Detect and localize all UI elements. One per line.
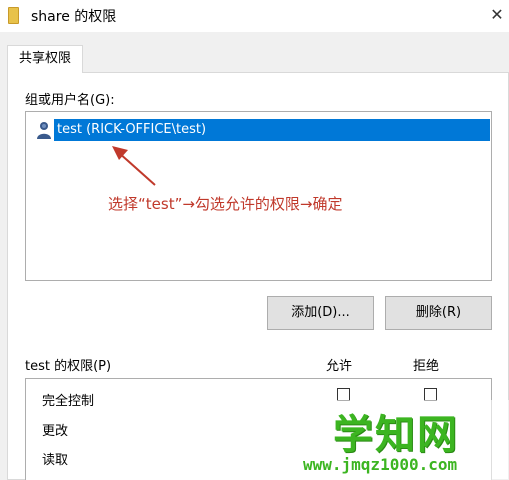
tab-share-permissions[interactable]: 共享权限 bbox=[7, 45, 83, 73]
watermark-url: www.jmqz1000.com bbox=[303, 455, 458, 474]
annotation-text: 选择“test”→勾选允许的权限→确定 bbox=[108, 195, 343, 213]
folder-icon bbox=[8, 7, 19, 24]
title-bar: share 的权限 ✕ bbox=[0, 0, 509, 32]
allow-column-header: 允许 bbox=[326, 359, 353, 374]
user-icon bbox=[37, 122, 51, 139]
permissions-title: test 的权限(P) bbox=[25, 359, 112, 374]
list-item[interactable]: test (RICK-OFFICE\test) bbox=[36, 119, 490, 141]
add-button[interactable]: 添加(D)... bbox=[267, 296, 374, 330]
permission-label: 完全控制 bbox=[42, 394, 95, 409]
window-title: share 的权限 bbox=[31, 9, 117, 25]
tab-label: 共享权限 bbox=[18, 51, 71, 66]
close-icon: ✕ bbox=[490, 5, 504, 24]
deny-column-header: 拒绝 bbox=[413, 359, 440, 374]
watermark-brand: 学知网 bbox=[333, 412, 459, 458]
permission-label: 更改 bbox=[42, 424, 69, 439]
permission-label: 读取 bbox=[42, 453, 69, 468]
remove-button[interactable]: 删除(R) bbox=[385, 296, 492, 330]
user-name-selected: test (RICK-OFFICE\test) bbox=[54, 119, 490, 141]
groups-label: 组或用户名(G): bbox=[25, 93, 115, 108]
close-button[interactable]: ✕ bbox=[485, 2, 509, 28]
watermark: 学知网 www.jmqz1000.com bbox=[295, 400, 509, 480]
